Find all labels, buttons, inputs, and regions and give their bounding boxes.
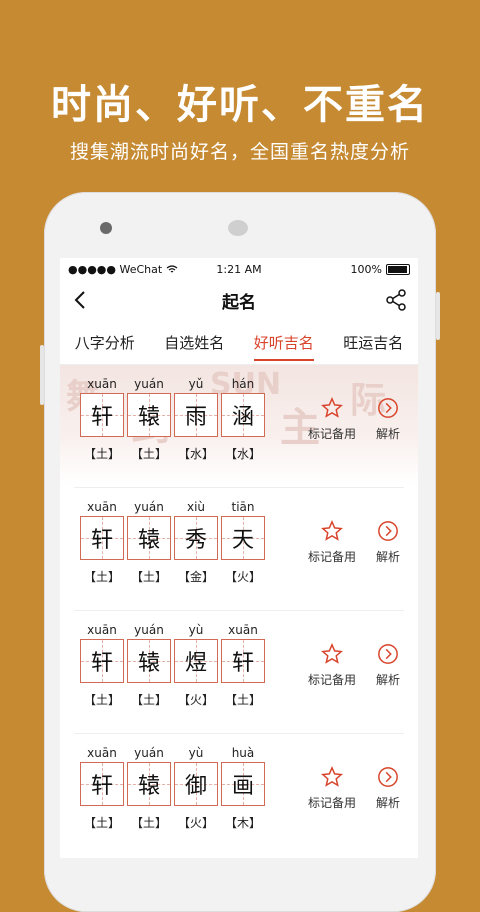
list-item[interactable]: xuān 轩【土】 yuán 辕【土】 yǔ 雨【水】 hán 涵【水】 标记备用 解析 bbox=[74, 365, 404, 488]
element-label: 【木】 bbox=[224, 816, 261, 830]
arrow-circle-icon bbox=[378, 521, 398, 541]
char-box: 轩 bbox=[80, 639, 124, 683]
promo-headline: 时尚、好听、不重名 bbox=[51, 82, 429, 128]
char-box: 秀 bbox=[174, 516, 218, 560]
arrow-circle-icon bbox=[378, 767, 398, 787]
pinyin: huà bbox=[231, 746, 255, 760]
char-box: 轩 bbox=[80, 393, 124, 437]
back-button[interactable] bbox=[68, 288, 92, 312]
pinyin: hán bbox=[231, 377, 255, 391]
char-box: 辕 bbox=[127, 393, 171, 437]
analyze-button[interactable]: 解析 bbox=[376, 643, 400, 688]
tab-lucky-name[interactable]: 旺运吉名 bbox=[343, 326, 403, 359]
pinyin: yuán bbox=[134, 500, 164, 514]
star-icon bbox=[321, 766, 343, 787]
pinyin: yù bbox=[188, 746, 204, 760]
analyze-button[interactable]: 解析 bbox=[376, 397, 400, 442]
tab-bar: 八字分析 自选姓名 好听吉名 旺运吉名 bbox=[60, 320, 418, 365]
pinyin: yuán bbox=[134, 623, 164, 637]
char-box: 轩 bbox=[80, 762, 124, 806]
char-box: 辕 bbox=[127, 516, 171, 560]
mark-button[interactable]: 标记备用 bbox=[308, 397, 356, 442]
element-label: 【土】 bbox=[83, 816, 120, 830]
tab-good-name[interactable]: 好听吉名 bbox=[253, 326, 314, 361]
element-label: 【火】 bbox=[177, 816, 214, 830]
char-box: 轩 bbox=[221, 639, 265, 683]
promo-subline: 搜集潮流时尚好名，全国重名热度分析 bbox=[69, 141, 410, 163]
pinyin: xuān bbox=[87, 377, 117, 391]
pinyin: xuān bbox=[87, 623, 117, 637]
element-label: 【土】 bbox=[83, 447, 120, 461]
battery-icon bbox=[386, 263, 410, 275]
pinyin: xuān bbox=[87, 746, 117, 760]
element-label: 【土】 bbox=[83, 693, 120, 707]
analyze-button[interactable]: 解析 bbox=[376, 520, 400, 565]
pinyin: yǔ bbox=[188, 377, 204, 391]
element-label: 【土】 bbox=[130, 693, 167, 707]
speaker-icon bbox=[228, 220, 248, 236]
pinyin: xuān bbox=[228, 623, 258, 637]
element-label: 【土】 bbox=[130, 447, 167, 461]
status-bar: ●●●●● WeChat 1:21 AM 100% bbox=[60, 258, 418, 280]
arrow-circle-icon bbox=[378, 398, 398, 418]
tab-custom-name[interactable]: 自选姓名 bbox=[164, 326, 224, 359]
volume-button bbox=[40, 345, 44, 405]
power-button bbox=[436, 292, 440, 340]
analyze-button[interactable]: 解析 bbox=[376, 766, 400, 811]
char-box: 雨 bbox=[174, 393, 218, 437]
nav-bar: 起名 bbox=[60, 280, 418, 320]
char-box: 轩 bbox=[80, 516, 124, 560]
char-box: 辕 bbox=[127, 639, 171, 683]
star-icon bbox=[321, 643, 343, 664]
element-label: 【土】 bbox=[130, 816, 167, 830]
char-box: 画 bbox=[221, 762, 265, 806]
char-box: 御 bbox=[174, 762, 218, 806]
pinyin: yuán bbox=[134, 746, 164, 760]
element-label: 【火】 bbox=[224, 570, 261, 584]
element-label: 【水】 bbox=[224, 447, 261, 461]
share-button[interactable] bbox=[384, 288, 408, 312]
chevron-left-icon bbox=[74, 291, 85, 309]
pinyin: yù bbox=[188, 623, 204, 637]
char-box: 天 bbox=[221, 516, 265, 560]
app-screen: ●●●●● WeChat 1:21 AM 100% 起名 八字分析 自选姓名 好… bbox=[60, 258, 418, 858]
list-item[interactable]: xuān 轩【土】 yuán 辕【土】 yù 御【火】 huà 画【木】 标记备用 解析 bbox=[74, 734, 404, 856]
char-box: 涵 bbox=[221, 393, 265, 437]
char-box: 煜 bbox=[174, 639, 218, 683]
element-label: 【土】 bbox=[224, 693, 261, 707]
element-label: 【金】 bbox=[177, 570, 214, 584]
arrow-circle-icon bbox=[378, 644, 398, 664]
star-icon bbox=[321, 520, 343, 541]
page-title: 起名 bbox=[222, 292, 256, 313]
pinyin: tiān bbox=[231, 500, 255, 514]
star-icon bbox=[321, 397, 343, 418]
mark-button[interactable]: 标记备用 bbox=[308, 766, 356, 811]
element-label: 【火】 bbox=[177, 693, 214, 707]
tab-bazi[interactable]: 八字分析 bbox=[75, 326, 135, 359]
camera-icon bbox=[100, 222, 112, 234]
element-label: 【土】 bbox=[130, 570, 167, 584]
char-box: 辕 bbox=[127, 762, 171, 806]
element-label: 【水】 bbox=[177, 447, 214, 461]
name-list: 舞 剑 SUN 主 际 xuān轩【土】 yuán辕【土】 yǔ雨【水】 hán… bbox=[60, 365, 418, 856]
share-icon bbox=[386, 289, 406, 311]
list-item[interactable]: xuān 轩【土】 yuán 辕【土】 yù 煜【火】 xuān 轩【土】 标记备用 解… bbox=[74, 611, 404, 734]
status-time: 1:21 AM bbox=[216, 262, 262, 276]
pinyin: xuān bbox=[87, 500, 117, 514]
pinyin: xiù bbox=[186, 500, 206, 514]
element-label: 【土】 bbox=[83, 570, 120, 584]
mark-button[interactable]: 标记备用 bbox=[308, 643, 356, 688]
mark-button[interactable]: 标记备用 bbox=[308, 520, 356, 565]
pinyin: yuán bbox=[134, 377, 164, 391]
list-item[interactable]: xuān 轩【土】 yuán 辕【土】 xiù 秀【金】 tiān 天【火】 标记备用 … bbox=[74, 488, 404, 611]
